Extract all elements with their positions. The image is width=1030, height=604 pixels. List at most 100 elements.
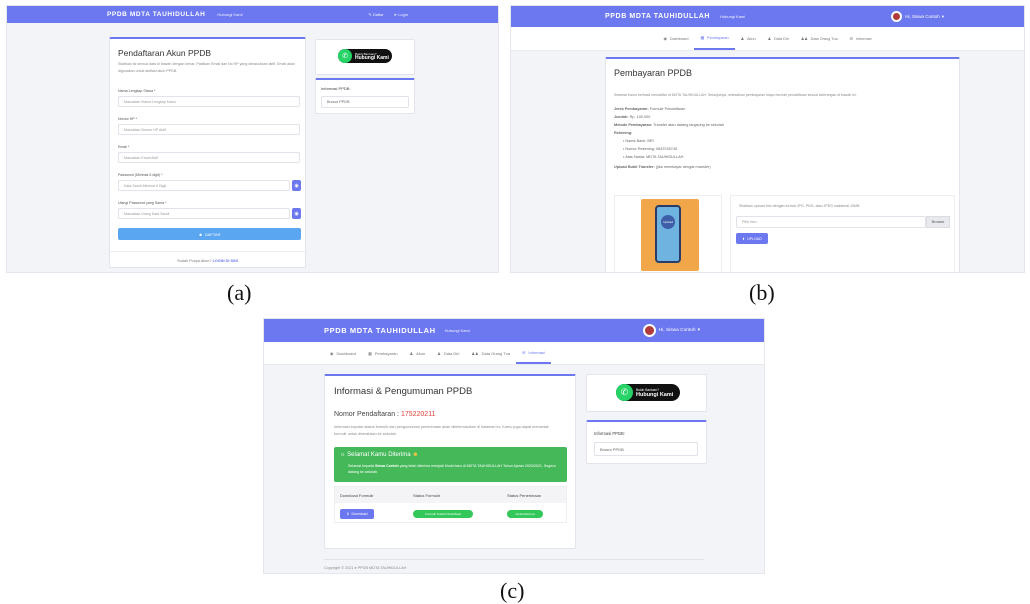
detail-amount: Jumlah: Rp. 100.000 [614, 113, 724, 121]
login-link[interactable]: LOGIN DI SINI [213, 259, 238, 263]
tab-label: Data Diri [774, 36, 789, 41]
tab-bar: ◉ Dashboard ▩ Pembayaran ♟ Akun ♟ Data Diri … [264, 342, 764, 365]
envelope-icon: ✉ [849, 37, 853, 41]
navbar: PPDB MDTA TAUHIDULLAH Hubungi Kami ✎ Daf… [7, 6, 498, 23]
user-menu[interactable]: Hi, Siswa Contoh ▾ [642, 324, 700, 337]
money-icon: ▩ [368, 350, 372, 356]
tab-account[interactable]: ♟ Akun [404, 342, 432, 364]
eye-icon: ◉ [294, 182, 299, 189]
register-card: Pendaftaran Akun PPDB Silahkan isi semua… [109, 37, 306, 268]
envelope-icon: ✉ [522, 349, 526, 355]
tab-information[interactable]: ✉ Informasi [516, 342, 551, 364]
nav-register-label: Daftar [372, 12, 384, 17]
upload-button[interactable]: ⬆ UPLOAD [736, 233, 768, 244]
tab-personal-data[interactable]: ♟ Data Diri [431, 342, 465, 364]
email-input[interactable]: Masukkan Email Aktif [118, 152, 300, 163]
whatsapp-icon: ✆ [338, 49, 352, 63]
caption-a: (a) [227, 280, 252, 305]
bank-account-number: Nomor Rekening: 0843745745 [625, 147, 678, 151]
user-icon: ♟ [409, 350, 414, 356]
bank-name: Nama Bank: BRI [625, 139, 654, 143]
avatar [891, 11, 903, 22]
phone-input[interactable]: Masukkan Nomor HP Aktif [118, 124, 300, 135]
nav-contact-link[interactable]: Hubungi Kami [720, 14, 745, 19]
dashboard-icon: ◉ [663, 37, 667, 41]
whatsapp-icon: ✆ [616, 384, 633, 401]
money-icon: ▩ [700, 36, 705, 40]
tab-account[interactable]: ♟ Akun [735, 27, 762, 50]
registration-number: Nomor Pendaftaran : 175220211 [334, 411, 435, 418]
submit-button[interactable]: ☻ DAFTAR [118, 228, 301, 240]
tab-label: Data Orang Tua [810, 36, 838, 41]
alert-title-row: ☼ Selamat Kamu Diterima ☻ [340, 452, 419, 458]
info-card: Informasi PPDB: Brosur PPDB [586, 420, 707, 464]
password-toggle-button[interactable]: ◉ [292, 180, 301, 191]
info-input[interactable]: Brosur PPDB [321, 96, 409, 108]
name-input[interactable]: Masukkan Nama Lengkap Kamu [118, 96, 300, 107]
field-label-password: Password (Minimal 6 digit) * [118, 173, 163, 177]
nav-register-link[interactable]: ✎ Daftar [368, 12, 383, 17]
nav-contact-link[interactable]: Hubungi Kami [445, 328, 470, 333]
acceptance-status-badge: Anda Diterima [507, 510, 543, 518]
brand-logo[interactable]: PPDB MDTA TAUHIDULLAH [107, 11, 205, 18]
detail-value: Rp. 100.000 [629, 115, 651, 119]
whatsapp-button[interactable]: ✆ Butuh Bantuan? Hubungi Kami [338, 49, 392, 63]
alert-student-name: Siswa Contoh [374, 464, 399, 468]
card-divider [110, 251, 305, 252]
payment-intro: Selamat Kamu berhasil mendaftar di MDTA … [614, 93, 857, 97]
file-input[interactable]: Pilih foto [736, 216, 926, 228]
tab-payment[interactable]: ▩ Pembayaran [694, 27, 735, 50]
alert-text-1: Selamat kepada [348, 464, 374, 468]
download-button[interactable]: ⬇ Download [340, 509, 374, 519]
detail-key: Jumlah: [614, 115, 629, 119]
detail-key: Metode Pembayaran: [614, 123, 653, 127]
user-icon: ♟ [767, 37, 772, 41]
card-title: Pembayaran PPDB [614, 68, 693, 78]
information-card: Informasi & Pengumuman PPDB Nomor Pendaf… [324, 374, 576, 549]
users-icon: ♟♟ [471, 350, 479, 356]
user-icon: ♟ [740, 37, 744, 41]
footer-divider [324, 559, 704, 560]
tab-label: Informasi [855, 36, 872, 41]
password-confirm-toggle-button[interactable]: ◉ [292, 208, 301, 219]
nav-contact-link[interactable]: Hubungi Kami [217, 12, 242, 17]
password-confirm-input[interactable]: Masukkan Ulang Kata Sandi [118, 208, 290, 219]
browse-button[interactable]: Browse [926, 216, 950, 228]
nav-login-link[interactable]: ➤ Login [394, 12, 408, 17]
tab-payment[interactable]: ▩ Pembayaran [362, 342, 403, 364]
login-prompt: Sudah Punya Akun? LOGIN DI SINI [110, 259, 305, 263]
tab-label: Akun [416, 350, 426, 356]
tab-label: Pembayaran [707, 35, 729, 40]
password-input[interactable]: Kata Sandi Minimal 6 Digit [118, 180, 290, 191]
whatsapp-card: ✆ Butuh Bantuan? Hubungi Kami [586, 374, 707, 412]
tab-label: Informasi [528, 349, 545, 355]
phone-upload-label: Upload [663, 220, 673, 224]
tab-dashboard[interactable]: ◉ Dashboard [324, 342, 362, 364]
brand-logo[interactable]: PPDB MDTA TAUHIDULLAH [605, 13, 710, 20]
form-status-badge: Formulir Sudah Diverifikasi [413, 510, 473, 518]
avatar [642, 324, 656, 337]
detail-key: Rekening: [614, 131, 633, 135]
info-input[interactable]: Brosur PPDB [594, 442, 698, 456]
user-name: Hi, Siswa Contoh [905, 14, 940, 19]
tab-parent-data[interactable]: ♟♟ Data Orang Tua [465, 342, 516, 364]
navbar: PPDB MDTA TAUHIDULLAH Hubungi Kami Hi, S… [511, 6, 1024, 27]
user-menu[interactable]: Hi, Siswa Contoh ▾ [891, 11, 944, 22]
card-description: Silahkan isi semua data di bawah dengan … [118, 62, 295, 73]
tab-label: Data Diri [443, 350, 460, 356]
tab-parent-data[interactable]: ♟♟ Data Orang Tua [795, 27, 844, 50]
tab-dashboard[interactable]: ◉ Dashboard [658, 27, 695, 50]
tab-information[interactable]: ✉ Informasi [844, 27, 878, 50]
table-header-row: Download Formulir Status Formulir Status… [335, 487, 566, 503]
registration-value: 175220211 [400, 411, 436, 418]
caption-b: (b) [749, 280, 775, 305]
upload-illustration: Upload [614, 195, 722, 272]
detail-type: Jenis Pembayaran: Formulir Pendaftaran [614, 105, 724, 113]
field-label-password-confirm: Ulangi Password yang Sama * [118, 201, 167, 205]
login-prompt-text: Sudah Punya Akun? [177, 259, 212, 263]
tab-personal-data[interactable]: ♟ Data Diri [762, 27, 795, 50]
accepted-alert: ☼ Selamat Kamu Diterima ☻ Selamat kepada… [334, 447, 567, 482]
brand-logo[interactable]: PPDB MDTA TAUHIDULLAH [324, 326, 436, 335]
whatsapp-button[interactable]: ✆ Butuh Bantuan? Hubungi Kami [616, 384, 680, 401]
tab-label: Pembayaran [374, 350, 398, 356]
